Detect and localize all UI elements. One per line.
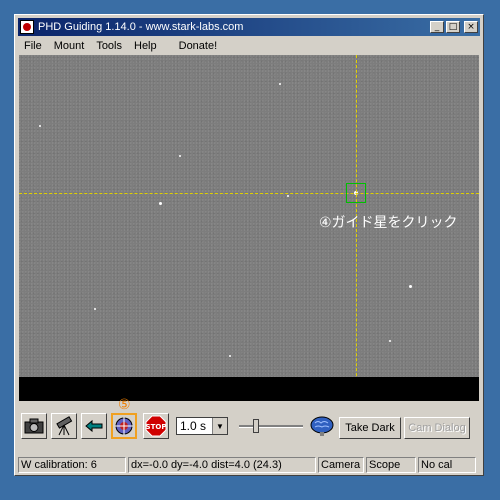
crosshair-horizontal-line <box>19 193 479 194</box>
app-window: PHD Guiding 1.14.0 - www.stark-labs.com … <box>14 14 484 476</box>
slider-track <box>239 425 303 428</box>
star[interactable] <box>159 202 162 205</box>
chevron-down-icon[interactable]: ▼ <box>212 418 227 434</box>
loop-exposure-button[interactable] <box>81 413 107 439</box>
status-bar: W calibration: 6 dx=-0.0 dy=-4.0 dist=4.… <box>18 457 480 473</box>
gamma-slider[interactable] <box>239 417 303 435</box>
status-offsets: dx=-0.0 dy=-4.0 dist=4.0 (24.3) <box>128 457 316 473</box>
exposure-duration-select[interactable]: 1.0 s ▼ <box>176 417 228 435</box>
brain-settings-button[interactable] <box>309 413 335 439</box>
menu-file[interactable]: File <box>18 40 48 52</box>
camera-icon <box>24 418 44 434</box>
title-bar[interactable]: PHD Guiding 1.14.0 - www.stark-labs.com … <box>18 18 480 36</box>
star[interactable] <box>389 340 391 342</box>
status-scope: Scope <box>366 457 416 473</box>
minimize-button[interactable]: _ <box>430 21 444 33</box>
menu-tools[interactable]: Tools <box>90 40 128 52</box>
menu-donate[interactable]: Donate! <box>173 40 224 52</box>
star[interactable] <box>287 195 289 197</box>
star[interactable] <box>229 355 231 357</box>
star[interactable] <box>409 285 412 288</box>
star[interactable] <box>179 155 181 157</box>
guide-star-selection-box <box>346 183 366 203</box>
cam-dialog-button[interactable]: Cam Dialog <box>404 417 470 439</box>
star[interactable] <box>94 308 96 310</box>
slider-thumb[interactable] <box>253 419 259 433</box>
telescope-button[interactable] <box>51 413 77 439</box>
star[interactable] <box>39 125 41 127</box>
exposure-value: 1.0 s <box>180 419 207 433</box>
guide-icon <box>115 417 133 435</box>
status-cal: No cal <box>418 457 476 473</box>
annotation-step5: ⑤ <box>118 397 131 413</box>
stop-button[interactable]: STOP <box>143 413 169 439</box>
annotation-click-guide-star: ④ガイド星をクリック <box>319 215 458 231</box>
loop-icon <box>85 419 103 433</box>
svg-text:STOP: STOP <box>146 423 167 431</box>
star-image-viewport[interactable]: ④ガイド星をクリック <box>19 55 479 401</box>
camera-button[interactable] <box>21 413 47 439</box>
telescope-icon <box>56 416 73 436</box>
star[interactable] <box>279 83 281 85</box>
menu-bar: File Mount Tools Help Donate! <box>18 37 480 54</box>
take-dark-button[interactable]: Take Dark <box>339 417 401 439</box>
app-icon[interactable] <box>20 20 34 34</box>
stop-icon: STOP <box>145 415 167 437</box>
toolbar: ⑤ STOP 1.0 s ▼ Take Dark Cam Dialog <box>19 397 479 453</box>
close-button[interactable]: × <box>464 21 478 33</box>
menu-help[interactable]: Help <box>128 40 163 52</box>
window-title: PHD Guiding 1.14.0 - www.stark-labs.com <box>38 21 244 33</box>
brain-icon <box>310 416 334 436</box>
maximize-button[interactable]: □ <box>446 21 460 33</box>
status-camera: Camera <box>318 457 364 473</box>
status-calibration: W calibration: 6 <box>18 457 126 473</box>
viewport-bottom-bar <box>19 377 479 401</box>
menu-mount[interactable]: Mount <box>48 40 91 52</box>
guide-button[interactable] <box>111 413 137 439</box>
